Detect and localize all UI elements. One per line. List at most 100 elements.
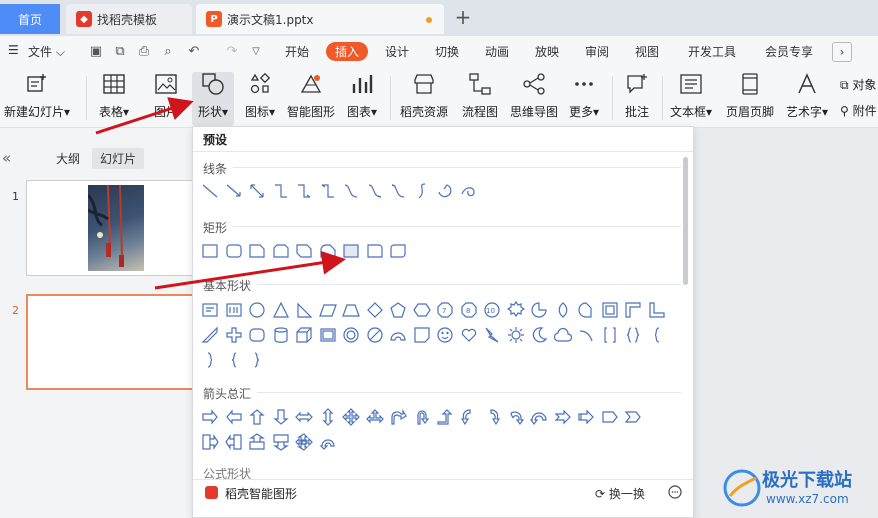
basic-shape-4[interactable]: [272, 301, 290, 319]
arrow-shape-16[interactable]: [554, 408, 572, 426]
line-shape-5[interactable]: [295, 182, 313, 200]
rect-shape-8[interactable]: [366, 242, 384, 260]
tab-home[interactable]: 首页: [0, 4, 60, 34]
flowchart-button[interactable]: 流程图: [460, 72, 500, 120]
rect-shape-4[interactable]: [272, 242, 290, 260]
menu-file[interactable]: 文件 ⌵: [28, 43, 65, 60]
arrow-shape-10[interactable]: [413, 408, 431, 426]
arrow-shape-22[interactable]: [248, 433, 266, 451]
shape-button[interactable]: 形状▾: [192, 72, 234, 126]
slide-canvas[interactable]: [690, 128, 878, 518]
rect-shape-3[interactable]: [248, 242, 266, 260]
tab-document[interactable]: P 演示文稿1.pptx: [196, 4, 444, 34]
arrow-shape-13[interactable]: [483, 408, 501, 426]
comment-button[interactable]: 批注: [620, 72, 654, 120]
basic-shape-20[interactable]: [648, 301, 666, 319]
basic-shape-24[interactable]: [272, 326, 290, 344]
rect-shape-9[interactable]: [389, 242, 407, 260]
menu-animation[interactable]: 动画: [485, 43, 509, 60]
basic-shape-25[interactable]: [295, 326, 313, 344]
customize-chevron-icon[interactable]: ▽: [248, 44, 264, 60]
rect-shape-5[interactable]: [295, 242, 313, 260]
basic-shape-39[interactable]: [624, 326, 642, 344]
tab-slides[interactable]: 幻灯片: [92, 148, 145, 169]
table-button[interactable]: 表格▾: [92, 72, 136, 120]
line-shape-1[interactable]: [201, 182, 219, 200]
basic-shape-32[interactable]: [460, 326, 478, 344]
basic-shape-28[interactable]: [366, 326, 384, 344]
basic-shape-37[interactable]: [577, 326, 595, 344]
line-shape-2[interactable]: [225, 182, 243, 200]
chart-button[interactable]: 图表▾: [344, 72, 380, 120]
basic-shape-9[interactable]: [389, 301, 407, 319]
basic-shape-5[interactable]: [295, 301, 313, 319]
arrow-shape-20[interactable]: [201, 433, 219, 451]
art-text-button[interactable]: 艺术字▾: [784, 72, 830, 120]
export-pdf-icon[interactable]: ⧉: [112, 44, 128, 60]
hamburger-icon[interactable]: ☰: [8, 43, 19, 57]
arrow-shape-2[interactable]: [225, 408, 243, 426]
basic-shape-6[interactable]: [318, 301, 337, 319]
more-button[interactable]: 更多▾: [566, 72, 602, 120]
line-shape-6[interactable]: [319, 182, 337, 200]
dropdown-scrollbar[interactable]: [683, 157, 688, 285]
basic-shape-38[interactable]: [601, 326, 619, 344]
arrow-shape-1[interactable]: [201, 408, 219, 426]
feedback-chat-icon[interactable]: [667, 484, 683, 500]
object-button[interactable]: ⧉ 对象: [840, 76, 876, 93]
smart-graphic-button[interactable]: 智能图形: [286, 72, 336, 120]
basic-shape-11[interactable]: 7: [436, 301, 454, 319]
arrow-shape-25[interactable]: [319, 433, 337, 451]
arrow-shape-4[interactable]: [272, 408, 290, 426]
basic-shape-42[interactable]: [225, 351, 243, 369]
rect-shape-2[interactable]: [225, 242, 243, 260]
menu-review[interactable]: 审阅: [585, 43, 609, 60]
basic-shape-22[interactable]: [225, 326, 243, 344]
menu-slideshow[interactable]: 放映: [535, 43, 559, 60]
basic-shape-33[interactable]: [483, 326, 501, 344]
arrow-shape-12[interactable]: [460, 408, 478, 426]
basic-shape-21[interactable]: [201, 326, 219, 344]
menu-start[interactable]: 开始: [285, 43, 309, 60]
line-shape-11[interactable]: [436, 182, 454, 200]
basic-shape-17[interactable]: [577, 301, 595, 319]
basic-shape-31[interactable]: [436, 326, 454, 344]
swap-button[interactable]: ⟳ 换一换: [595, 485, 645, 502]
line-shape-9[interactable]: [389, 182, 407, 200]
arrow-shape-19[interactable]: [624, 408, 642, 426]
line-shape-12[interactable]: [460, 182, 478, 200]
line-shape-3[interactable]: [248, 182, 266, 200]
rect-shape-1[interactable]: [201, 242, 219, 260]
basic-shape-13[interactable]: 10: [483, 301, 501, 319]
basic-shape-41[interactable]: [201, 351, 219, 369]
arrow-shape-24[interactable]: [295, 433, 313, 451]
basic-shape-43[interactable]: [248, 351, 266, 369]
basic-shape-27[interactable]: [342, 326, 360, 344]
line-shape-8[interactable]: [366, 182, 384, 200]
arrow-shape-3[interactable]: [248, 408, 266, 426]
arrow-shape-14[interactable]: [507, 408, 525, 426]
arrow-shape-15[interactable]: [529, 408, 548, 426]
new-slide-button[interactable]: 新建幻灯片▾: [4, 72, 70, 120]
line-shape-4[interactable]: [272, 182, 290, 200]
arrow-shape-8[interactable]: [365, 408, 384, 426]
arrow-shape-18[interactable]: [601, 408, 619, 426]
slide-thumbnail-2[interactable]: [26, 294, 194, 390]
basic-shape-8[interactable]: [366, 301, 384, 319]
tab-outline[interactable]: 大纲: [48, 148, 88, 169]
arrow-shape-11[interactable]: [436, 408, 454, 426]
arrow-shape-23[interactable]: [272, 433, 290, 451]
basic-shape-19[interactable]: [624, 301, 642, 319]
rect-shape-6[interactable]: [319, 242, 337, 260]
rect-shape-7[interactable]: [342, 242, 360, 260]
basic-shape-34[interactable]: [507, 326, 525, 344]
slide-thumbnail-1[interactable]: [26, 180, 194, 276]
basic-shape-14[interactable]: [506, 300, 525, 319]
header-footer-button[interactable]: 页眉页脚: [724, 72, 776, 120]
arrow-shape-7[interactable]: [342, 408, 360, 426]
undo-icon[interactable]: ↶: [186, 44, 202, 60]
basic-shape-40[interactable]: [648, 326, 666, 344]
basic-shape-7[interactable]: [342, 301, 360, 319]
mindmap-button[interactable]: 思维导图: [508, 72, 560, 120]
menu-transition[interactable]: 切换: [435, 43, 459, 60]
